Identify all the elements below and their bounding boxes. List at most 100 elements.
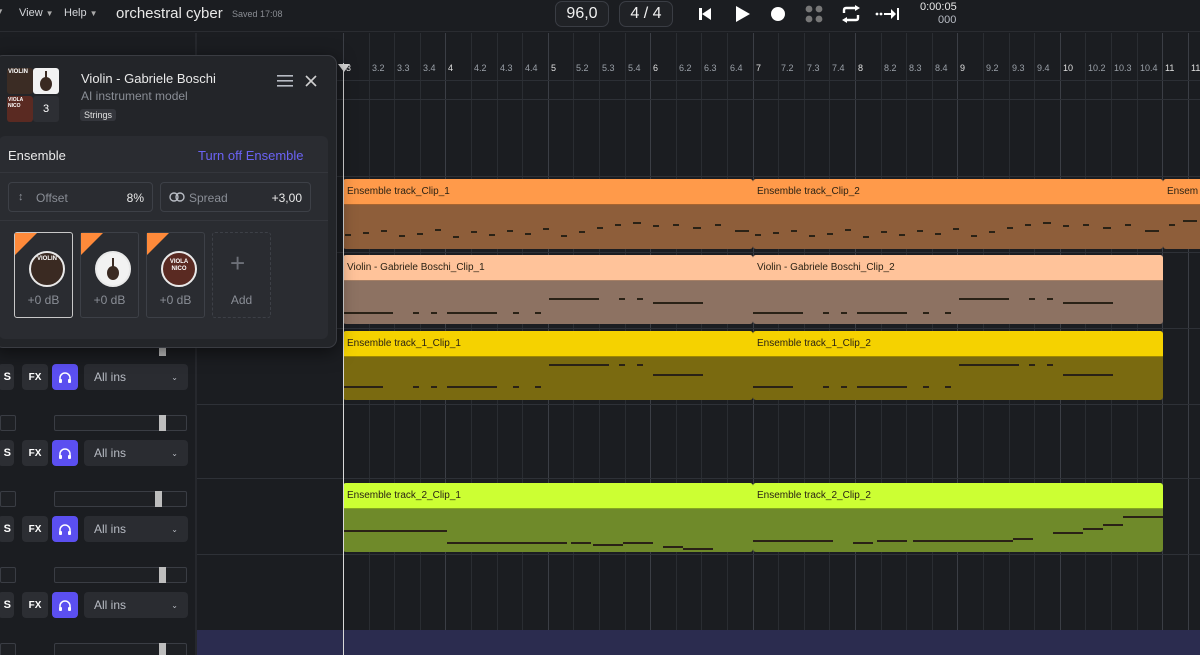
monitor-button[interactable] — [52, 440, 78, 466]
divider — [0, 220, 328, 221]
clip[interactable]: Violin - Gabriele Boschi_Clip_1 — [343, 255, 753, 324]
clip-notes — [343, 206, 753, 249]
volume-slider-knob[interactable] — [159, 643, 166, 655]
midi-note — [507, 230, 513, 232]
midi-note — [823, 386, 829, 388]
menu-help[interactable]: Help ▼ — [64, 7, 98, 19]
record-button[interactable] — [766, 3, 790, 25]
headphones-icon — [59, 523, 71, 535]
clip[interactable]: Ensemble track_1_Clip_2 — [753, 331, 1163, 400]
midi-note — [619, 298, 625, 300]
pan-slider[interactable] — [0, 567, 16, 583]
follow-playhead-button[interactable] — [874, 3, 902, 25]
solo-button[interactable]: S — [0, 440, 14, 466]
skip-to-start-button[interactable] — [693, 3, 717, 25]
input-select[interactable]: All ins ⌄ — [84, 364, 188, 390]
midi-note — [1047, 298, 1053, 300]
solo-button[interactable]: S — [0, 592, 14, 618]
tempo-field[interactable]: 96,0 — [555, 1, 609, 27]
fx-button[interactable]: FX — [22, 516, 48, 542]
volume-slider[interactable] — [54, 567, 187, 583]
clip[interactable]: Ensemble track_1_Clip_1 — [343, 331, 753, 400]
member-corner-badge — [147, 233, 169, 255]
solo-button[interactable]: S — [0, 364, 14, 390]
solo-button[interactable]: S — [0, 516, 14, 542]
loop-button[interactable] — [839, 3, 863, 25]
selected-track-lane[interactable] — [197, 630, 1200, 655]
time-display-top: 0:00:05 — [920, 1, 957, 13]
spread-value: +3,00 — [271, 191, 302, 205]
midi-note — [881, 231, 887, 233]
monitor-button[interactable] — [52, 592, 78, 618]
midi-note — [1043, 222, 1051, 224]
clip[interactable]: Ensemble track_Clip_2 — [753, 179, 1163, 249]
fx-button[interactable]: FX — [22, 440, 48, 466]
midi-note — [989, 231, 995, 233]
clip[interactable]: Ensem — [1163, 179, 1200, 249]
clip[interactable]: Ensemble track_2_Clip_2 — [753, 483, 1163, 552]
ensemble-section: Ensemble Turn off Ensemble ↕ Offset 8% S… — [0, 136, 328, 339]
ruler-tick-label: 5.2 — [576, 63, 589, 73]
menu-button[interactable] — [277, 74, 293, 88]
project-title[interactable]: orchestral cyber — [116, 5, 224, 22]
ruler-tick-label: 7 — [756, 63, 762, 73]
input-select[interactable]: All ins ⌄ — [84, 592, 188, 618]
input-select[interactable]: All ins ⌄ — [84, 516, 188, 542]
pan-slider[interactable] — [0, 491, 16, 507]
ruler-tick-label: 9.2 — [986, 63, 999, 73]
clip[interactable]: Ensemble track_Clip_1 — [343, 179, 753, 249]
ensemble-member[interactable]: +0 dB — [80, 232, 139, 318]
turn-off-ensemble-button[interactable]: Turn off Ensemble — [198, 148, 304, 163]
time-signature-field[interactable]: 4 / 4 — [619, 1, 673, 27]
midi-note — [841, 312, 847, 314]
ruler-tick-label: 7.2 — [781, 63, 794, 73]
midi-note — [1047, 364, 1053, 366]
tempo-value: 96,0 — [566, 5, 598, 22]
midi-note — [917, 230, 923, 232]
midi-note — [435, 229, 441, 231]
close-button[interactable] — [305, 74, 317, 87]
spread-field[interactable]: Spread +3,00 — [160, 182, 311, 212]
monitor-button[interactable] — [52, 364, 78, 390]
metronome-button[interactable] — [802, 3, 826, 25]
ensemble-member[interactable]: VIOLIN +0 dB — [14, 232, 73, 318]
midi-note — [1063, 225, 1069, 227]
monitor-button[interactable] — [52, 516, 78, 542]
midi-note — [535, 312, 541, 314]
midi-note — [857, 312, 907, 314]
volume-slider[interactable] — [54, 415, 187, 431]
playhead-marker-icon[interactable] — [338, 64, 350, 72]
midi-note — [637, 298, 643, 300]
fx-button[interactable]: FX — [22, 592, 48, 618]
midi-note — [431, 386, 437, 388]
volume-slider-knob[interactable] — [159, 415, 166, 431]
volume-slider-knob[interactable] — [159, 348, 166, 356]
offset-field[interactable]: ↕ Offset 8% — [8, 182, 153, 212]
pan-slider[interactable] — [0, 643, 16, 655]
arrangement-timeline[interactable]: 3 3.2 3.3 3.4 4 4.2 4.3 4.4 5 5.2 5.3 5.4 6 6.2 6.3 6.4… — [197, 33, 1200, 655]
playhead[interactable] — [343, 63, 344, 655]
volume-slider-knob[interactable] — [155, 491, 162, 507]
pan-slider[interactable] — [0, 415, 16, 431]
ensemble-member[interactable]: VIOLA NICO +0 dB — [146, 232, 205, 318]
fx-button[interactable]: FX — [22, 364, 48, 390]
chevron-down-icon: ▼ — [45, 9, 54, 18]
midi-note — [345, 234, 351, 236]
midi-note — [877, 540, 907, 542]
volume-slider[interactable] — [54, 491, 187, 507]
volume-slider[interactable] — [54, 643, 187, 655]
clip-notes — [753, 510, 1163, 552]
input-select[interactable]: All ins ⌄ — [84, 440, 188, 466]
midi-note — [953, 228, 959, 230]
chevron-down-icon[interactable]: ▼ — [0, 7, 8, 21]
ruler-tick-label: 4.2 — [474, 63, 487, 73]
add-member-button[interactable]: + Add — [212, 232, 271, 318]
midi-note — [413, 312, 419, 314]
offset-icon: ↕ — [18, 191, 24, 203]
menu-view[interactable]: View ▼ — [19, 7, 54, 19]
volume-slider-knob[interactable] — [159, 567, 166, 583]
play-button[interactable] — [730, 3, 754, 25]
clip[interactable]: Violin - Gabriele Boschi_Clip_2 — [753, 255, 1163, 324]
clip[interactable]: Ensemble track_2_Clip_1 — [343, 483, 753, 552]
clip-title: Ensem — [1163, 179, 1200, 205]
